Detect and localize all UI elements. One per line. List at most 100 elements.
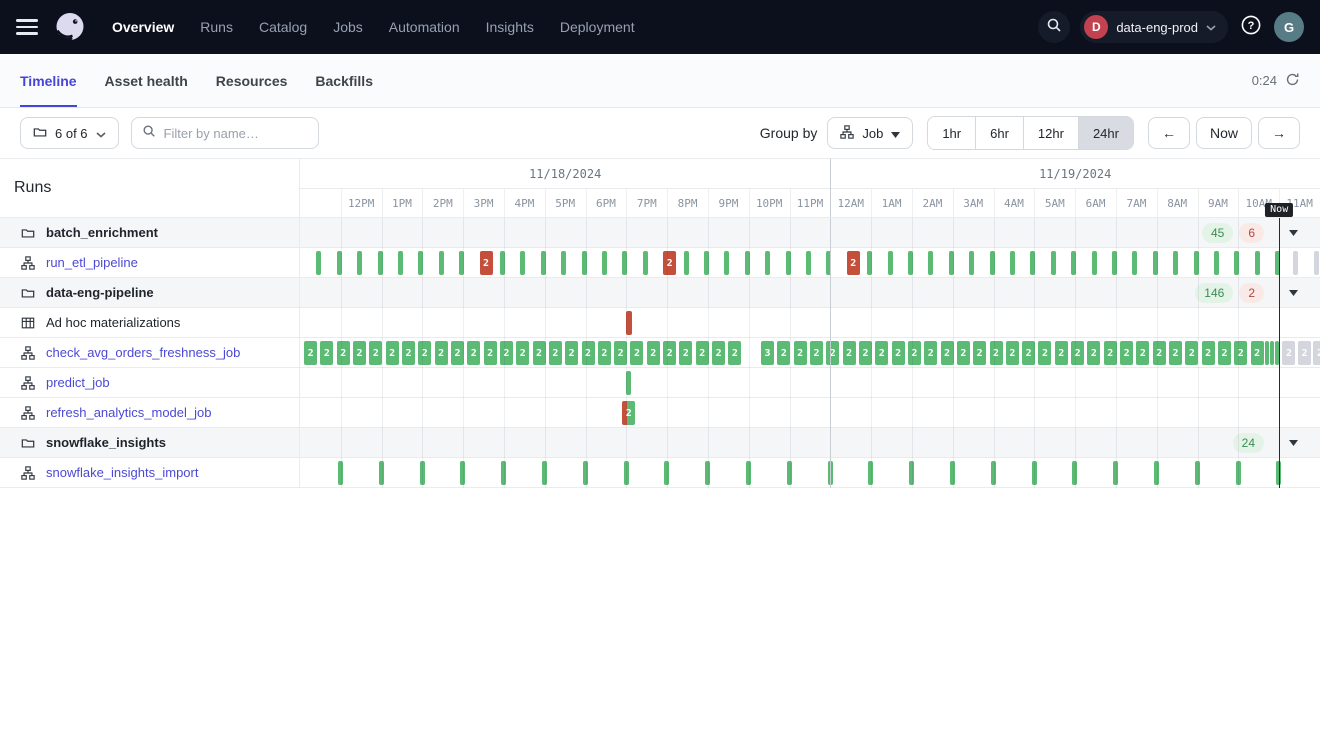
run-bar-success[interactable] (622, 251, 627, 275)
run-bar-success[interactable] (439, 251, 444, 275)
run-bar-success[interactable] (418, 251, 423, 275)
run-bar-success[interactable]: 2 (1169, 341, 1182, 365)
run-bar-success[interactable] (969, 251, 974, 275)
job-row-refresh-analytics-model-job[interactable]: refresh_analytics_model_job 2 (0, 398, 1320, 428)
run-bar-success[interactable] (583, 461, 588, 485)
tab-timeline[interactable]: Timeline (20, 54, 77, 107)
run-bar-success[interactable] (1154, 461, 1159, 485)
collapse-group-button[interactable] (1282, 222, 1304, 244)
run-bar-success[interactable] (787, 461, 792, 485)
run-bar-success[interactable] (1132, 251, 1137, 275)
run-bar-success[interactable]: 2 (892, 341, 905, 365)
run-bar-success[interactable]: 2 (1202, 341, 1215, 365)
run-bar-success[interactable] (1275, 251, 1280, 275)
run-bar-success[interactable]: 2 (1251, 341, 1264, 365)
nav-item-deployment[interactable]: Deployment (560, 19, 635, 35)
run-bar-success[interactable]: 2 (1136, 341, 1149, 365)
job-name-link[interactable]: snowflake_insights_import (46, 465, 198, 480)
menu-icon[interactable] (16, 15, 38, 38)
run-bar-success[interactable]: 2 (500, 341, 513, 365)
now-button[interactable]: Now (1196, 117, 1252, 149)
range-1hr[interactable]: 1hr (928, 117, 975, 149)
run-bar-success[interactable]: 2 (1120, 341, 1133, 365)
run-bar-success[interactable]: 2 (1087, 341, 1100, 365)
run-bar-success[interactable]: 2 (647, 341, 660, 365)
run-bar-success[interactable]: 2 (794, 341, 807, 365)
prev-button[interactable]: ← (1148, 117, 1190, 149)
run-bar-future[interactable] (1293, 251, 1298, 275)
run-bar-success[interactable] (500, 251, 505, 275)
run-bar-success[interactable] (542, 461, 547, 485)
refresh-icon[interactable] (1285, 72, 1300, 90)
run-bar-success[interactable] (1173, 251, 1178, 275)
run-bar-success[interactable] (991, 461, 996, 485)
run-bar-success[interactable] (624, 461, 629, 485)
range-6hr[interactable]: 6hr (975, 117, 1023, 149)
tab-resources[interactable]: Resources (216, 54, 288, 107)
run-bar-success[interactable] (664, 461, 669, 485)
run-bar-success[interactable] (459, 251, 464, 275)
job-name-link[interactable]: refresh_analytics_model_job (46, 405, 211, 420)
run-bar-success[interactable]: 2 (1234, 341, 1247, 365)
run-bar-success[interactable]: 2 (402, 341, 415, 365)
run-bar-success[interactable] (520, 251, 525, 275)
run-bar-success[interactable] (398, 251, 403, 275)
run-bar-success[interactable] (745, 251, 750, 275)
job-name-link[interactable]: check_avg_orders_freshness_job (46, 345, 240, 360)
run-bar-success[interactable]: 2 (859, 341, 872, 365)
run-bar-success[interactable]: 2 (533, 341, 546, 365)
nav-item-insights[interactable]: Insights (486, 19, 534, 35)
run-bar-success[interactable] (724, 251, 729, 275)
run-bar-success[interactable] (1030, 251, 1035, 275)
run-bar-success[interactable]: 2 (337, 341, 350, 365)
run-bar-failure[interactable] (626, 311, 632, 335)
run-bar-success[interactable]: 2 (696, 341, 709, 365)
run-bar-success[interactable]: 2 (941, 341, 954, 365)
run-bar-success[interactable]: 2 (565, 341, 578, 365)
run-bar-success[interactable] (765, 251, 770, 275)
run-bar-success[interactable]: 2 (418, 341, 431, 365)
job-row-predict-job[interactable]: predict_job (0, 368, 1320, 398)
run-bar-success[interactable]: 2 (549, 341, 562, 365)
run-bar-success[interactable] (1092, 251, 1097, 275)
job-row-ad-hoc-materializations[interactable]: Ad hoc materializations (0, 308, 1320, 338)
run-bar-success[interactable] (1112, 251, 1117, 275)
deployment-switcher[interactable]: D data-eng-prod (1080, 11, 1228, 43)
run-bar-success[interactable] (1276, 461, 1281, 485)
run-bar-future[interactable]: 2 (1282, 341, 1295, 365)
run-bar-success[interactable] (908, 251, 913, 275)
run-bar-success[interactable] (868, 461, 873, 485)
run-bar-success[interactable]: 2 (304, 341, 317, 365)
group-row-snowflake-insights[interactable]: snowflake_insights24 (0, 428, 1320, 458)
collapse-group-button[interactable] (1282, 432, 1304, 454)
run-bar-success[interactable]: 2 (516, 341, 529, 365)
job-name-link[interactable]: run_etl_pipeline (46, 255, 138, 270)
run-bar-success[interactable] (1265, 341, 1269, 365)
run-bar-success[interactable] (1194, 251, 1199, 275)
tab-asset-health[interactable]: Asset health (105, 54, 188, 107)
collapse-group-button[interactable] (1282, 282, 1304, 304)
run-bar-success[interactable] (950, 461, 955, 485)
run-bar-success[interactable]: 2 (451, 341, 464, 365)
group-by-dropdown[interactable]: Job (827, 117, 913, 149)
user-avatar[interactable]: G (1274, 12, 1304, 42)
run-bar-success[interactable]: 2 (663, 341, 676, 365)
run-bar-success[interactable] (990, 251, 995, 275)
run-bar-success[interactable] (1270, 341, 1274, 365)
job-name-link[interactable]: predict_job (46, 375, 110, 390)
run-bar-success[interactable] (561, 251, 566, 275)
repo-scope-dropdown[interactable]: 6 of 6 (20, 117, 119, 149)
tab-backfills[interactable]: Backfills (315, 54, 373, 107)
run-bar-success[interactable] (643, 251, 648, 275)
filter-input[interactable] (164, 126, 308, 141)
run-bar-success[interactable]: 2 (957, 341, 970, 365)
run-bar-success[interactable] (949, 251, 954, 275)
job-row-check-avg-orders-freshness-job[interactable]: check_avg_orders_freshness_job2222222222… (0, 338, 1320, 368)
run-bar-success[interactable]: 2 (777, 341, 790, 365)
run-bar-future[interactable] (1314, 251, 1319, 275)
run-bar-success[interactable]: 2 (1104, 341, 1117, 365)
run-bar-success[interactable] (1051, 251, 1056, 275)
run-bar-success[interactable] (684, 251, 689, 275)
run-bar-mixed[interactable]: 2 (622, 401, 635, 425)
run-bar-success[interactable] (1153, 251, 1158, 275)
